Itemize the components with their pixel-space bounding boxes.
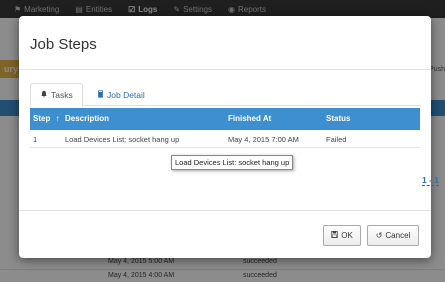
column-header-status[interactable]: Status — [326, 114, 350, 123]
modal-title: Job Steps — [30, 36, 97, 53]
step-cell: 1 — [33, 135, 38, 144]
column-header-description[interactable]: Description — [65, 114, 109, 123]
tab-label: Tasks — [51, 90, 73, 100]
column-label: Step — [33, 114, 51, 123]
tab-job-detail[interactable]: Job Detail — [88, 83, 154, 106]
tab-bar: Tasks Job Detail — [30, 83, 420, 107]
tab-tasks[interactable]: Tasks — [30, 83, 83, 107]
ok-button[interactable]: OK — [323, 225, 361, 246]
cancel-button[interactable]: ↺ Cancel — [367, 225, 419, 246]
bell-icon — [40, 90, 48, 100]
finished-cell: May 4, 2015 7:00 AM — [228, 135, 299, 144]
save-icon — [331, 231, 339, 240]
job-steps-grid: Step ↑ Description Finished At Status 1 … — [30, 108, 420, 148]
description-tooltip: Load Devices List: socket hang up — [171, 155, 294, 170]
column-header-step[interactable]: Step ↑ — [33, 114, 60, 123]
sort-ascending-icon: ↑ — [55, 114, 60, 123]
pagination-info[interactable]: 1 - 1 — [422, 175, 440, 186]
tab-label: Job Detail — [107, 89, 145, 100]
grid-header: Step ↑ Description Finished At Status — [30, 108, 420, 130]
ok-label: OK — [341, 231, 353, 240]
status-cell: Failed — [326, 135, 347, 144]
description-cell: Load Devices List: socket hang up — [65, 135, 180, 144]
column-header-finished-at[interactable]: Finished At — [228, 114, 271, 123]
undo-icon: ↺ — [375, 231, 383, 240]
modal-header: Job Steps — [19, 16, 431, 70]
modal-footer-divider — [19, 210, 431, 211]
cancel-label: Cancel — [385, 231, 411, 240]
table-row[interactable]: 1 Load Devices List: socket hang up May … — [30, 130, 420, 148]
job-steps-modal: Job Steps Tasks Job Detail Step ↑ Descri… — [19, 16, 440, 258]
book-icon — [97, 89, 104, 100]
